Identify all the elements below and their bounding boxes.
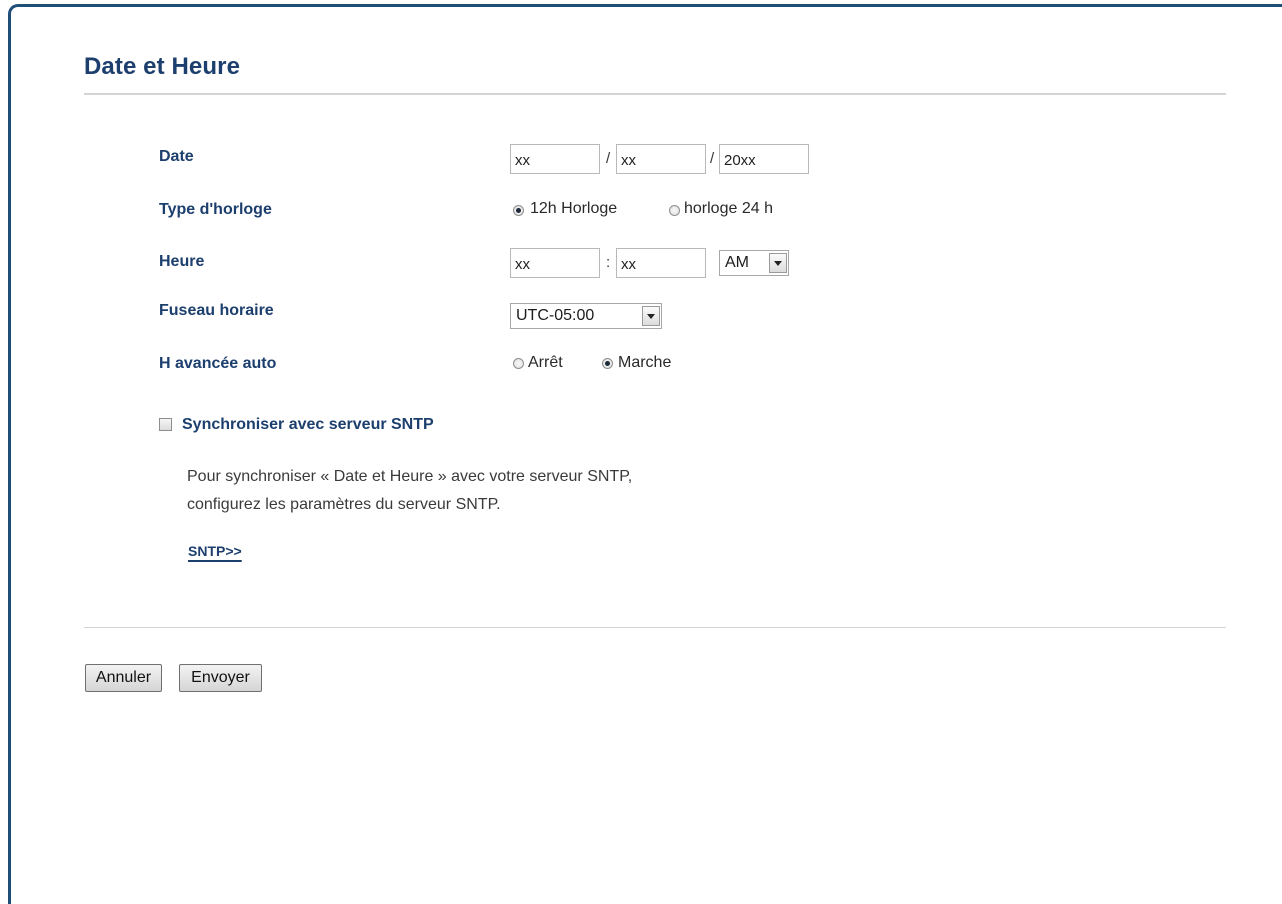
dst-on-label[interactable]: Marche [618,354,671,372]
dst-label: H avancée auto [159,355,277,372]
ampm-select-value: AM [725,254,749,271]
title-divider [84,93,1226,95]
time-hour-input[interactable]: xx [510,248,600,278]
dst-off-label[interactable]: Arrêt [528,354,563,372]
chevron-down-icon[interactable] [642,306,660,326]
timezone-label: Fuseau horaire [159,302,274,319]
date-day-input[interactable]: xx [616,144,706,174]
clock-24h-label[interactable]: horloge 24 h [684,200,773,218]
chevron-down-icon[interactable] [769,253,787,273]
time-separator: : [606,254,611,271]
sntp-sync-checkbox[interactable] [159,418,172,431]
sntp-description-line-2: configurez les paramètres du serveur SNT… [187,496,501,513]
timezone-select[interactable]: UTC-05:00 [510,303,662,329]
clock-24h-radio[interactable] [669,205,680,216]
content-frame [8,4,1282,904]
date-separator-1: / [606,150,611,167]
time-label: Heure [159,253,205,270]
clock-type-label: Type d'horloge [159,201,272,218]
page-title: Date et Heure [84,53,241,80]
date-label: Date [159,148,194,165]
dst-off-radio[interactable] [513,358,524,369]
clock-12h-label[interactable]: 12h Horloge [530,200,617,218]
date-separator-2: / [710,150,715,167]
time-minute-input[interactable]: xx [616,248,706,278]
date-month-input[interactable]: xx [510,144,600,174]
timezone-select-value: UTC-05:00 [516,307,595,324]
sntp-description-line-1: Pour synchroniser « Date et Heure » avec… [187,468,633,485]
submit-button[interactable]: Envoyer [179,664,262,692]
footer-divider [84,627,1226,628]
date-year-input[interactable]: 20xx [719,144,809,174]
sntp-sync-label[interactable]: Synchroniser avec serveur SNTP [182,416,434,434]
cancel-button[interactable]: Annuler [85,664,162,692]
clock-12h-radio[interactable] [513,205,524,216]
dst-on-radio[interactable] [602,358,613,369]
ampm-select[interactable]: AM [719,250,789,276]
sntp-settings-link[interactable]: SNTP>> [188,543,242,559]
